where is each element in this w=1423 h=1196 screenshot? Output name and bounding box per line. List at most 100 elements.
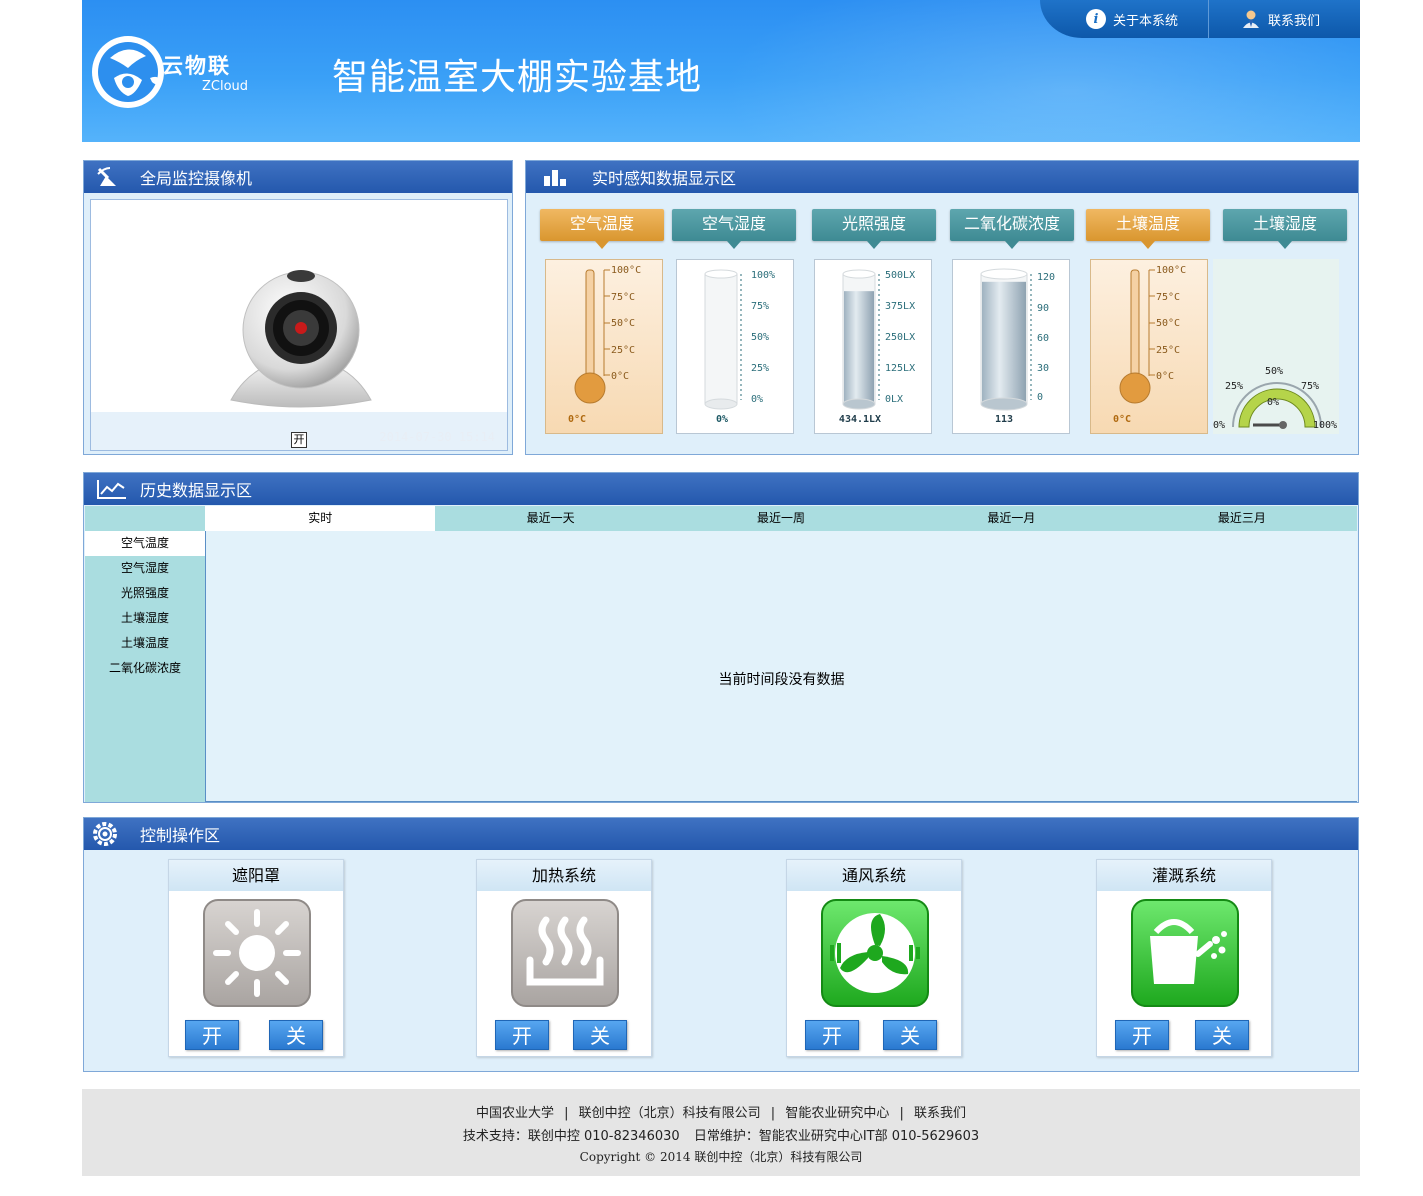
air-humidity-tick: 0% (751, 394, 763, 405)
air-humidity-gauge: 100% 75% 50% 25% 0% 0% (676, 259, 794, 434)
soil-temp-value: 0°C (1112, 414, 1132, 425)
soil-humidity-tick: 0% (1213, 420, 1225, 431)
footer-link-cau[interactable]: 中国农业大学 (476, 1106, 554, 1121)
soil-humidity-gauge: 0% 25% 50% 75% 100% 0% (1213, 259, 1339, 434)
air-humidity-tick: 100% (751, 270, 775, 281)
camera-view: 开 2014-07-30 15:14 (90, 199, 508, 451)
tab-air-temp[interactable]: 空气温度 (540, 209, 664, 249)
air-temp-gauge: 100°C 75°C 50°C 25°C 0°C 0°C (545, 259, 663, 434)
tab-last-three-months[interactable]: 最近三月 (1127, 506, 1357, 531)
tab-air-humidity[interactable]: 空气湿度 (672, 209, 796, 249)
irrigation-on-button[interactable]: 开 (1115, 1020, 1169, 1050)
footer-link-research[interactable]: 智能农业研究中心 (785, 1106, 889, 1121)
footer-tech-support: 技术支持：联创中控 010-82346030 (462, 1129, 680, 1144)
soil-temp-tick: 0°C (1156, 371, 1174, 382)
co2-tick: 60 (1037, 333, 1049, 344)
air-temp-tick: 100°C (611, 265, 641, 276)
soil-temp-gauge: 100°C 75°C 50°C 25°C 0°C 0°C (1090, 259, 1208, 434)
dial-gauge-icon: 0% 25% 50% 75% 100% 0% (1213, 366, 1337, 431)
ventilation-off-button[interactable]: 关 (883, 1020, 937, 1050)
history-item-soil-humidity[interactable]: 土壤湿度 (85, 606, 205, 631)
camera-open-button[interactable]: 开 (291, 432, 307, 448)
soil-humidity-value: 0% (1267, 397, 1279, 408)
history-item-air-humidity[interactable]: 空气湿度 (85, 556, 205, 581)
camera-panel: 全局监控摄像机 开 2014-07-30 15:14 (83, 160, 513, 455)
sunshade-on-button[interactable]: 开 (185, 1020, 239, 1050)
thermometer-icon: 100°C 75°C 50°C 25°C 0°C (574, 265, 641, 404)
tab-realtime[interactable]: 实时 (205, 506, 436, 531)
history-item-soil-temp[interactable]: 土壤温度 (85, 631, 205, 656)
control-panel-title: 控制操作区 (140, 826, 221, 845)
watering-can-icon (1131, 899, 1239, 1007)
line-chart-icon (97, 480, 126, 499)
co2-tick: 0 (1037, 392, 1043, 403)
footer-link-contact[interactable]: 联系我们 (914, 1106, 966, 1121)
co2-gauge: 120 90 60 30 0 113 (952, 259, 1070, 434)
air-humidity-value: 0% (715, 414, 729, 425)
heating-on-button[interactable]: 开 (495, 1020, 549, 1050)
tab-light[interactable]: 光照强度 (812, 209, 936, 249)
tab-co2[interactable]: 二氧化碳浓度 (950, 209, 1074, 249)
light-tick: 250LX (885, 332, 915, 343)
light-gauge: 500LX 375LX 250LX 125LX 0LX 434.1LX (814, 259, 932, 434)
footer-separator: | (564, 1106, 569, 1121)
footer-separator: | (899, 1106, 904, 1121)
footer-links: 中国农业大学 | 联创中控（北京）科技有限公司 | 智能农业研究中心 | 联系我… (82, 1102, 1360, 1121)
air-humidity-tick: 75% (751, 301, 769, 312)
heat-icon (511, 899, 619, 1007)
soil-temp-tick: 50°C (1156, 318, 1180, 329)
co2-tick: 90 (1037, 303, 1049, 314)
tab-soil-humidity[interactable]: 土壤湿度 (1223, 209, 1347, 249)
bar-chart-icon (544, 170, 566, 186)
footer-link-company[interactable]: 联创中控（北京）科技有限公司 (579, 1106, 761, 1121)
brand-name-en: ZCloud (202, 79, 249, 94)
co2-tick: 120 (1037, 272, 1055, 283)
tab-last-month[interactable]: 最近一月 (896, 506, 1126, 531)
history-sidebar: 空气温度 空气湿度 光照强度 土壤湿度 土壤温度 二氧化碳浓度 (85, 506, 205, 802)
control-panel-header: 控制操作区 (84, 818, 1358, 850)
site-header: 云物联 ZCloud 智能温室大棚实验基地 i 关于本系统 联系我们 (82, 0, 1360, 142)
light-tick: 0LX (885, 394, 903, 405)
air-temp-tick: 0°C (611, 371, 629, 382)
ventilation-on-button[interactable]: 开 (805, 1020, 859, 1050)
history-item-co2[interactable]: 二氧化碳浓度 (85, 656, 205, 681)
footer-support: 技术支持：联创中控 010-82346030 日常维护：智能农业研究中心IT部 … (82, 1125, 1360, 1144)
history-panel: 历史数据显示区 空气温度 空气湿度 光照强度 土壤湿度 土壤温度 二氧化碳浓度 … (83, 472, 1359, 803)
co2-value: 113 (994, 414, 1014, 425)
air-humidity-tick: 25% (751, 363, 769, 374)
device-name: 灌溉系统 (1097, 860, 1271, 891)
nav-contact-label: 联系我们 (1268, 13, 1321, 29)
air-humidity-tick: 50% (751, 332, 769, 343)
nav-about[interactable]: i 关于本系统 (1040, 0, 1178, 38)
device-irrigation: 灌溉系统 开 关 (1096, 859, 1272, 1057)
user-icon (1241, 9, 1261, 29)
footer-maintenance: 日常维护：智能农业研究中心IT部 010-5629603 (693, 1129, 980, 1144)
history-panel-header: 历史数据显示区 (84, 473, 1358, 505)
camera-timestamp: 2014-07-30 15:14 (379, 430, 495, 444)
top-nav: i 关于本系统 联系我们 (1040, 0, 1360, 38)
soil-humidity-tick: 75% (1301, 381, 1319, 392)
heating-off-button[interactable]: 关 (573, 1020, 627, 1050)
device-name: 遮阳罩 (169, 860, 343, 891)
sun-icon (203, 899, 311, 1007)
realtime-panel-title: 实时感知数据显示区 (592, 169, 737, 188)
soil-humidity-tick: 25% (1225, 381, 1243, 392)
irrigation-off-button[interactable]: 关 (1195, 1020, 1249, 1050)
tab-last-week[interactable]: 最近一周 (666, 506, 896, 531)
air-temp-tick: 50°C (611, 318, 635, 329)
brand-name: 云物联 (162, 54, 231, 78)
air-temp-tick: 25°C (611, 345, 635, 356)
soil-humidity-tick: 50% (1265, 366, 1283, 377)
tab-soil-temp[interactable]: 土壤温度 (1086, 209, 1210, 249)
history-tabs: 实时 最近一天 最近一周 最近一月 最近三月 (205, 506, 1357, 531)
sunshade-off-button[interactable]: 关 (269, 1020, 323, 1050)
tab-last-day[interactable]: 最近一天 (435, 506, 665, 531)
realtime-panel-header: 实时感知数据显示区 (526, 161, 1358, 193)
nav-contact[interactable]: 联系我们 (1208, 0, 1320, 38)
zcloud-logo-icon (92, 36, 164, 108)
light-value: 434.1LX (838, 414, 882, 425)
settings-gear-icon (93, 822, 117, 846)
history-item-air-temp[interactable]: 空气温度 (85, 531, 205, 556)
history-chart-area: 当前时间段没有数据 (205, 531, 1357, 802)
history-item-light[interactable]: 光照强度 (85, 581, 205, 606)
